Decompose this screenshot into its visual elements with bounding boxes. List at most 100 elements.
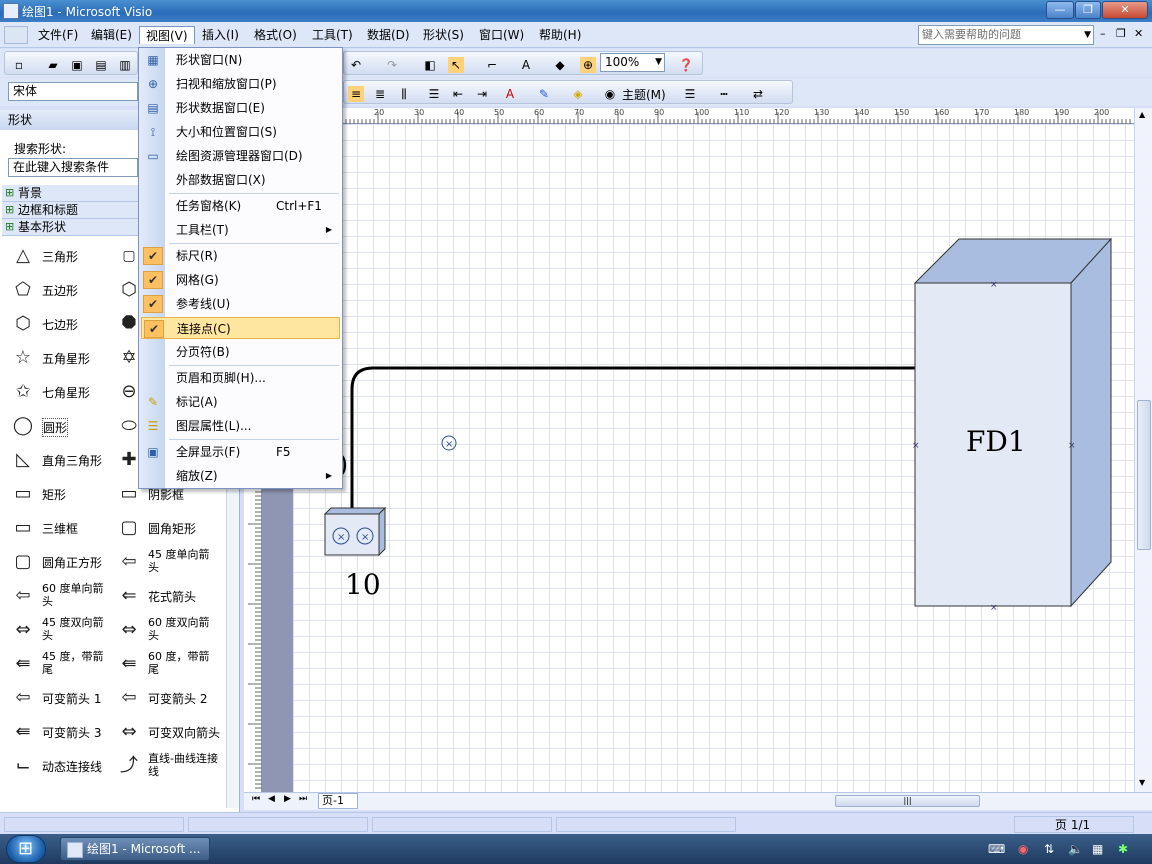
shape-search-input[interactable]: 在此键入搜索条件 [8,158,138,177]
preview-icon[interactable]: ▥ [117,57,133,73]
page-tab[interactable]: 页-1 [318,793,358,809]
shape-variable-arrow-2[interactable]: ⇦ 可变箭头 2 [108,683,216,713]
security-icon[interactable]: ◉ [1018,842,1028,856]
menu-full-screen[interactable]: ▣ 全屏显示(F) F5 [141,441,340,463]
shape-triangle[interactable]: △ 三角形 [2,241,110,271]
shape-line-curve-connector[interactable]: ⤴ 直线-曲线连接线 [108,751,218,781]
bullets-icon[interactable]: ☰ [426,86,442,102]
theme-button[interactable]: 主题(M) [622,86,666,103]
connector-tool-icon[interactable]: ⌐ [484,57,500,73]
menu-window[interactable]: 窗口(W) [473,26,530,44]
shape-variable-arrow-1[interactable]: ⇦ 可变箭头 1 [2,683,110,713]
vertical-scroll-thumb[interactable] [1137,400,1151,550]
help-search-input[interactable]: 键入需要帮助的问题 ▼ [918,25,1094,45]
shape-right-triangle[interactable]: ◺ 直角三角形 [2,445,110,475]
shape-fancy-arrow[interactable]: ⇐ 花式箭头 [108,581,216,611]
minimize-button[interactable]: — [1046,1,1074,19]
stencil-background[interactable]: 背景 [2,185,138,202]
restore-button[interactable]: ❐ [1075,1,1101,19]
shape-heptagon[interactable]: ⬡ 七边形 [2,309,110,339]
chevron-down-icon[interactable]: ▼ [1084,26,1091,44]
menu-shape[interactable]: 形状(S) [417,26,470,44]
align-right-icon[interactable]: ≣ [372,86,388,102]
fd1-box-side[interactable] [1070,237,1112,608]
network-icon[interactable]: ⇅ [1044,842,1054,856]
menu-shape-data-window[interactable]: ▤ 形状数据窗口(E) [141,97,340,119]
fill-color-icon[interactable]: ◈ [570,86,586,102]
line-ends-icon[interactable]: ⇄ [750,86,766,102]
menu-help[interactable]: 帮助(H) [533,26,587,44]
shape-rounded-square[interactable]: ▢ 圆角正方形 [2,547,110,577]
menu-zoom[interactable]: 缩放(Z) ▶ [141,465,340,487]
undo-icon[interactable]: ↶ [348,57,364,73]
shape-45-single-arrow[interactable]: ⇦ 45 度单向箭头 [108,547,216,577]
shape-dynamic-connector[interactable]: ⌙ 动态连接线 [2,751,110,781]
start-button[interactable] [6,835,46,863]
menu-edit[interactable]: 编辑(E) [85,26,138,44]
align-center-icon[interactable]: ≡ [348,86,364,102]
mdi-minimize-button[interactable]: – [1100,27,1106,40]
scroll-up-icon[interactable]: ▲ [1139,110,1145,119]
menu-size-position-window[interactable]: ⟟ 大小和位置窗口(S) [141,121,340,143]
shape-45-tail-arrow[interactable]: ⇚ 45 度，带箭尾 [2,649,110,679]
justify-icon[interactable]: ⫼ [396,86,412,102]
menu-rulers[interactable]: ✔ 标尺(R) [141,245,340,267]
keyboard-icon[interactable]: ⌨ [988,842,1005,856]
menu-grid[interactable]: ✔ 网格(G) [141,269,340,291]
mdi-close-button[interactable]: ✕ [1134,27,1143,40]
vertical-scrollbar[interactable]: ▲ ▼ [1134,108,1152,792]
app-tray-icon[interactable]: ✱ [1118,842,1128,856]
chevron-down-icon[interactable]: ▼ [655,54,662,71]
small-box-top[interactable] [323,507,387,515]
menu-file[interactable]: 文件(F) [32,26,84,44]
menu-view[interactable]: 视图(V) [139,26,195,44]
menu-task-pane[interactable]: 任务窗格(K) Ctrl+F1 [141,195,340,217]
first-page-icon[interactable]: ⏮ [252,794,260,804]
visio-app-icon[interactable] [3,3,19,19]
document-icon[interactable] [4,26,28,44]
help-icon[interactable]: ❓ [678,57,694,73]
menu-shapes-window[interactable]: ▦ 形状窗口(N) [141,49,340,71]
shape-variable-arrow-3[interactable]: ⇚ 可变箭头 3 [2,717,110,747]
redo-icon[interactable]: ↷ [384,57,400,73]
shape-rectangle[interactable]: ▭ 矩形 [2,479,110,509]
connector-line[interactable] [350,366,915,516]
shape-rounded-rectangle[interactable]: ▢ 圆角矩形 [108,513,216,543]
theme-icon[interactable]: ◉ [602,86,618,102]
small-box-side[interactable] [378,506,386,557]
save-icon[interactable]: ▣ [69,57,85,73]
shape-7-point-star[interactable]: ✩ 七角星形 [2,377,110,407]
menu-external-data-window[interactable]: 外部数据窗口(X) [141,169,340,191]
menu-connection-points[interactable]: ✔ 连接点(C) [141,317,340,339]
fill-tool-icon[interactable]: ◆ [552,57,568,73]
shape-5-point-star[interactable]: ☆ 五角星形 [2,343,110,373]
increase-indent-icon[interactable]: ⇥ [474,86,490,102]
new-icon[interactable]: ▫ [11,57,27,73]
menu-insert[interactable]: 插入(I) [196,26,245,44]
menu-tools[interactable]: 工具(T) [306,26,359,44]
menu-pan-zoom-window[interactable]: ⊕ 扫视和缩放窗口(P) [141,73,340,95]
menu-drawing-explorer[interactable]: ▭ 绘图资源管理器窗口(D) [141,145,340,167]
shape-pentagon[interactable]: ⬠ 五边形 [2,275,110,305]
open-icon[interactable]: ▰ [45,57,61,73]
text-tool-icon[interactable]: A [518,57,534,73]
mdi-restore-button[interactable]: ❐ [1116,27,1126,40]
close-button[interactable]: ✕ [1102,1,1148,19]
pan-zoom-icon[interactable]: ⊕ [580,57,596,73]
font-select[interactable]: 宋体 [8,82,138,101]
menu-data[interactable]: 数据(D) [361,26,416,44]
shape-45-double-arrow[interactable]: ⇔ 45 度双向箭头 [2,615,110,645]
line-color-icon[interactable]: ✎ [536,86,552,102]
volume-icon[interactable]: 🔈 [1068,842,1083,856]
last-page-icon[interactable]: ⏭ [299,794,307,804]
taskbar-item-visio[interactable]: 绘图1 - Microsoft ... [60,837,210,861]
next-page-icon[interactable]: ▶ [284,794,291,804]
stencil-borders-titles[interactable]: 边框和标题 [2,202,138,219]
shape-60-tail-arrow[interactable]: ⇚ 60 度，带箭尾 [108,649,216,679]
font-color-icon[interactable]: A [502,86,518,102]
shape-60-double-arrow[interactable]: ⇔ 60 度双向箭头 [108,615,216,645]
scroll-down-icon[interactable]: ▼ [1139,778,1145,787]
wifi-icon[interactable]: ▦ [1092,842,1103,856]
menu-guides[interactable]: ✔ 参考线(U) [141,293,340,315]
shape-variable-double-arrow[interactable]: ⇔ 可变双向箭头 [108,717,220,747]
